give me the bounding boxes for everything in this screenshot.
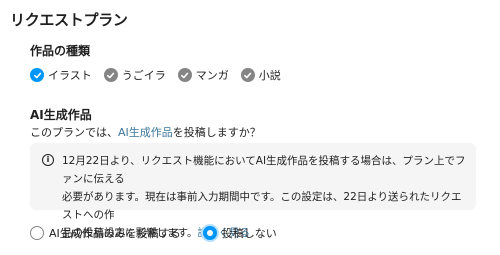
checkmark-icon — [103, 68, 118, 82]
work-type-label: うごイラ — [121, 69, 166, 82]
work-type-options: イラスト うごイラ マンガ 小説 — [30, 67, 285, 83]
checkmark-icon — [30, 68, 44, 82]
work-type-label: 小説 — [258, 69, 281, 82]
work-type-label: イラスト — [48, 69, 92, 82]
info-icon: i — [42, 154, 54, 166]
work-type-ugoira[interactable]: うごイラ — [103, 67, 166, 83]
checkmark-icon — [177, 68, 192, 82]
radio-ai-only[interactable]: AI生成作品のみを投稿する — [30, 225, 181, 241]
notice-text: 12月22日より、リクエスト機能においてAI生成作品を投稿する場合は、プラン上で… — [62, 152, 466, 239]
radio-label: 投稿しない — [221, 227, 277, 240]
work-type-manga[interactable]: マンガ — [177, 67, 229, 83]
work-type-label: マンガ — [195, 69, 229, 82]
ai-radio-group: AI生成作品のみを投稿する 投稿しない — [30, 225, 277, 241]
work-type-novel[interactable]: 小説 — [240, 67, 281, 83]
radio-unselected-icon — [30, 226, 44, 240]
ai-question-link[interactable]: AI生成作品 — [118, 126, 173, 139]
notice-line: 必要があります。現在は事前入力期間中です。この設定は、22日より送られたリクエス… — [62, 191, 462, 221]
ai-question: このプランでは、AI生成作品を投稿しますか？ — [30, 124, 261, 140]
ai-question-suffix: を投稿しますか？ — [172, 126, 261, 139]
request-plan-panel: リクエストプラン 作品の種類 イラスト うごイラ マンガ 小説 AI生成作品 こ… — [0, 0, 500, 255]
ai-heading: AI生成作品 — [30, 108, 92, 122]
notice-line: 12月22日より、リクエスト機能においてAI生成作品を投稿する場合は、プラン上で… — [62, 155, 466, 185]
page-title: リクエストプラン — [10, 11, 128, 29]
radio-selected-icon — [202, 226, 217, 240]
ai-notice-box: i 12月22日より、リクエスト機能においてAI生成作品を投稿する場合は、プラン… — [30, 143, 476, 239]
work-type-illustration[interactable]: イラスト — [30, 67, 92, 83]
checkmark-icon — [240, 68, 255, 82]
radio-label: AI生成作品のみを投稿する — [49, 227, 181, 240]
ai-question-prefix: このプランでは、 — [30, 126, 118, 139]
work-type-heading: 作品の種類 — [30, 44, 91, 58]
radio-do-not-post[interactable]: 投稿しない — [202, 225, 277, 241]
